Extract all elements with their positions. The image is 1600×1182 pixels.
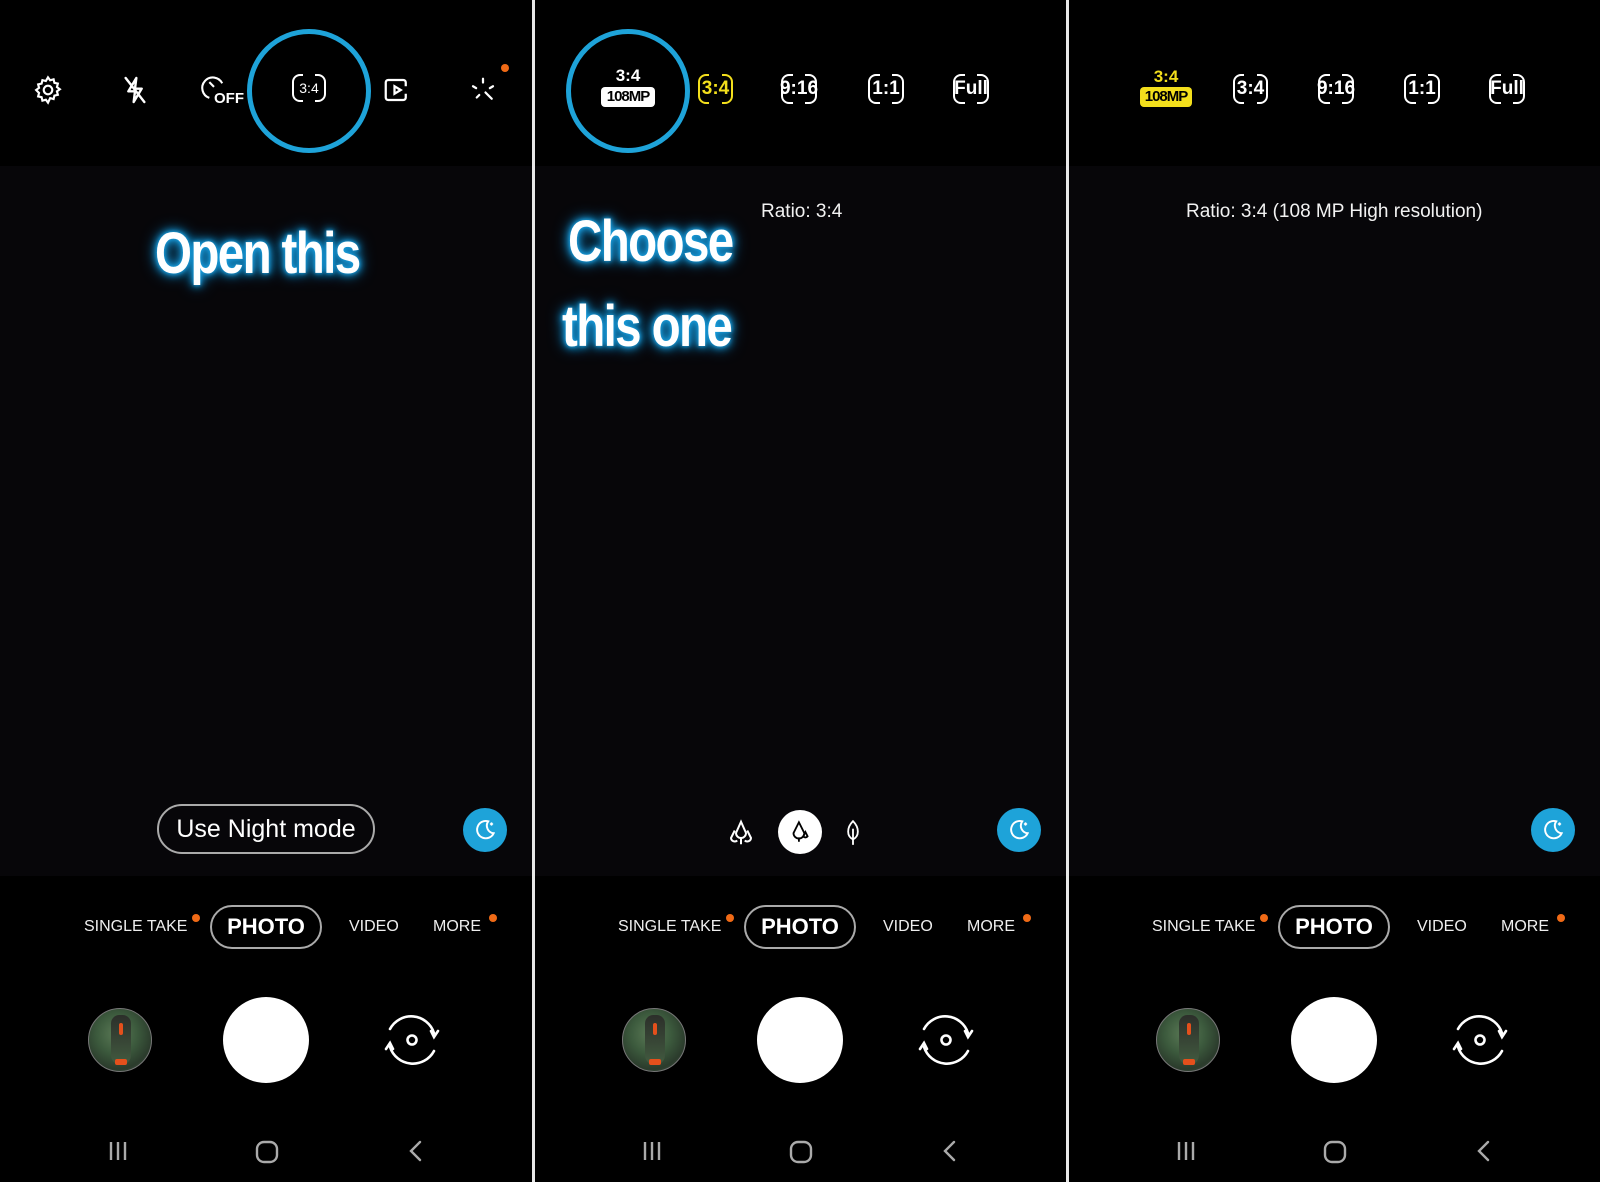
flash-button[interactable]	[115, 70, 155, 110]
moon-icon	[1544, 820, 1564, 840]
mode-single-take[interactable]: SINGLE TAKE	[84, 905, 187, 949]
recent-apps-icon[interactable]	[106, 1139, 130, 1163]
ratio-option-1-1[interactable]: 1:1	[868, 72, 904, 106]
ratio-option-3-4[interactable]: 3:4	[1233, 72, 1268, 106]
more-dot	[489, 914, 497, 922]
use-night-mode-button[interactable]: Use Night mode	[157, 804, 375, 854]
multi-tree-icon	[729, 819, 753, 845]
annotation-open-this: Open this	[155, 221, 361, 286]
system-navbar	[535, 1135, 1067, 1171]
ratio-option-3-4-108mp[interactable]: 3:4 108MP	[593, 66, 663, 112]
settings-button[interactable]	[28, 70, 68, 110]
home-icon[interactable]	[254, 1139, 280, 1165]
camera-panel-2: 3:4 108MP 3:4 9:16 1:1 Full Ratio: 3:4 C…	[535, 0, 1067, 1182]
gallery-thumbnail[interactable]	[622, 1008, 686, 1072]
switch-camera-button[interactable]	[376, 1007, 448, 1073]
ratio-option-label: 3:4	[615, 66, 641, 85]
mode-photo[interactable]: PHOTO	[210, 905, 322, 949]
viewfinder[interactable]	[1069, 166, 1600, 876]
ratio-tooltip: Ratio: 3:4 (108 MP High resolution)	[1186, 201, 1483, 222]
more-dot	[1557, 914, 1565, 922]
mode-selector: SINGLE TAKE PHOTO VIDEO MORE	[0, 905, 532, 949]
108mp-badge: 108MP	[1140, 87, 1192, 107]
home-icon[interactable]	[788, 1139, 814, 1165]
moon-icon	[476, 820, 496, 840]
single-take-dot	[726, 914, 734, 922]
leaf-icon	[847, 819, 859, 845]
switch-camera-button[interactable]	[910, 1007, 982, 1073]
night-mode-button[interactable]	[1531, 808, 1575, 852]
mode-more[interactable]: MORE	[433, 905, 481, 949]
mode-photo[interactable]: PHOTO	[744, 905, 856, 949]
aspect-ratio-button[interactable]: 3:4	[292, 72, 326, 104]
camera-panel-1: OFF 3:4 Open this Use Night mode SINGLE …	[0, 0, 532, 1182]
bokeh-option-drop[interactable]	[778, 810, 822, 854]
flash-off-icon	[124, 76, 146, 104]
motion-photo-button[interactable]	[377, 70, 417, 110]
camera-panel-3: 3:4 108MP 3:4 9:16 1:1 Full Ratio: 3:4 (…	[1069, 0, 1600, 1182]
single-take-dot	[192, 914, 200, 922]
ratio-option-9-16[interactable]: 9:16	[780, 72, 818, 106]
system-navbar	[1069, 1135, 1600, 1171]
switch-camera-icon	[918, 1015, 974, 1065]
notification-dot	[501, 64, 509, 72]
ratio-option-full[interactable]: Full	[953, 72, 989, 106]
back-icon[interactable]	[938, 1139, 962, 1163]
mode-more[interactable]: MORE	[1501, 905, 1549, 949]
gallery-thumbnail[interactable]	[88, 1008, 152, 1072]
timer-off-label: OFF	[214, 90, 244, 107]
mode-selector: SINGLE TAKE PHOTO VIDEO MORE	[535, 905, 1067, 949]
ratio-option-3-4-108mp[interactable]: 3:4 108MP	[1136, 68, 1196, 114]
mode-video[interactable]: VIDEO	[883, 905, 933, 949]
annotation-choose: Choose	[568, 209, 734, 274]
single-take-dot	[1260, 914, 1268, 922]
recent-apps-icon[interactable]	[1174, 1139, 1198, 1163]
home-icon[interactable]	[1322, 1139, 1348, 1165]
mode-photo[interactable]: PHOTO	[1278, 905, 1390, 949]
switch-camera-icon	[1452, 1015, 1508, 1065]
settings-icon	[34, 75, 62, 105]
moon-icon	[1010, 820, 1030, 840]
annotation-this-one: this one	[562, 294, 733, 359]
shutter-button[interactable]	[757, 997, 843, 1083]
ratio-option-label: 3:4	[1153, 67, 1179, 86]
aspect-ratio-label: 3:4	[299, 80, 319, 96]
use-night-mode-label: Use Night mode	[176, 814, 356, 843]
ratio-option-3-4[interactable]: 3:4	[698, 72, 733, 106]
mode-single-take[interactable]: SINGLE TAKE	[1152, 905, 1255, 949]
drop-tree-icon	[792, 820, 809, 842]
motion-photo-icon	[384, 78, 407, 102]
mode-video[interactable]: VIDEO	[349, 905, 399, 949]
ratio-tooltip: Ratio: 3:4	[761, 201, 843, 222]
gallery-thumbnail[interactable]	[1156, 1008, 1220, 1072]
bokeh-option-leaf[interactable]	[841, 810, 865, 856]
ratio-option-9-16[interactable]: 9:16	[1317, 72, 1355, 106]
timer-button[interactable]: OFF	[200, 70, 246, 110]
shutter-button[interactable]	[1291, 997, 1377, 1083]
switch-camera-icon	[384, 1015, 440, 1065]
night-mode-button[interactable]	[997, 808, 1041, 852]
mode-single-take[interactable]: SINGLE TAKE	[618, 905, 721, 949]
ratio-option-full[interactable]: Full	[1489, 72, 1525, 106]
mode-selector: SINGLE TAKE PHOTO VIDEO MORE	[1069, 905, 1600, 949]
switch-camera-button[interactable]	[1444, 1007, 1516, 1073]
back-icon[interactable]	[404, 1139, 428, 1163]
bokeh-option-multi[interactable]	[725, 810, 757, 856]
filters-icon	[471, 77, 495, 100]
filters-button[interactable]	[463, 70, 503, 110]
108mp-badge: 108MP	[601, 87, 655, 107]
back-icon[interactable]	[1472, 1139, 1496, 1163]
recent-apps-icon[interactable]	[640, 1139, 664, 1163]
shutter-button[interactable]	[223, 997, 309, 1083]
mode-video[interactable]: VIDEO	[1417, 905, 1467, 949]
more-dot	[1023, 914, 1031, 922]
mode-more[interactable]: MORE	[967, 905, 1015, 949]
ratio-option-1-1[interactable]: 1:1	[1404, 72, 1440, 106]
night-mode-button[interactable]	[463, 808, 507, 852]
system-navbar	[0, 1135, 532, 1171]
